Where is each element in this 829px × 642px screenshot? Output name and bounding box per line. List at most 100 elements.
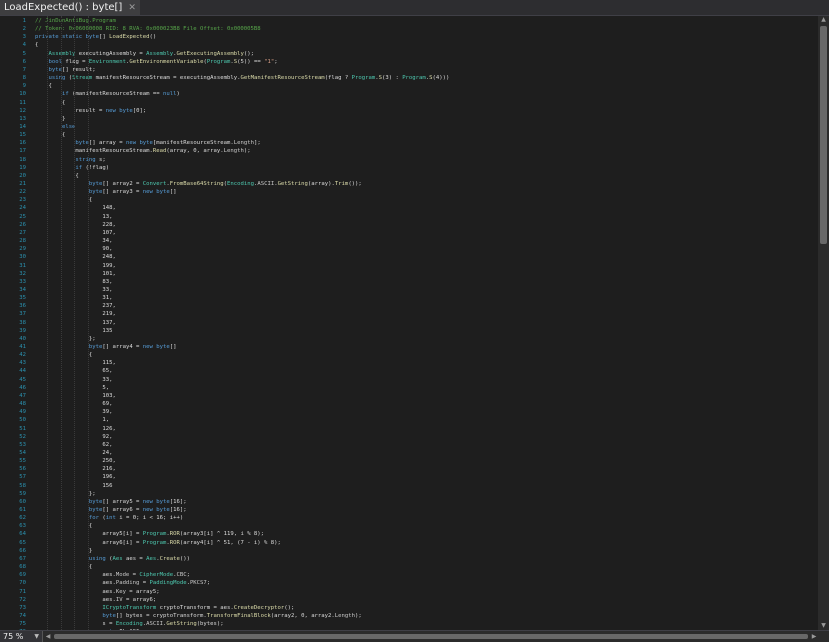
line-number: 66	[19, 547, 26, 554]
document-tab[interactable]: LoadExpected() : byte[] ✕	[0, 0, 140, 15]
line-number: 40	[19, 335, 26, 342]
code-line: aes.IV = array6;	[35, 596, 156, 604]
code-token: (5)) ==	[237, 58, 265, 65]
code-line: byte[] array3 = new byte[]	[35, 188, 177, 196]
code-token: };	[35, 335, 96, 342]
code-token: Key	[115, 588, 126, 595]
code-token: TransformFinalBlock	[206, 612, 271, 619]
code-area[interactable]: // JinDunAntiBug.Program// Token: 0x0600…	[35, 16, 815, 630]
code-token: byte	[156, 507, 170, 513]
code-token: [] array2 =	[102, 181, 143, 187]
code-token: (array2, 0, array2.	[270, 612, 335, 619]
code-token: [] result;	[61, 66, 96, 73]
line-number-gutter: 1 2 3 4 5 6 7 8 9 10 11 12 13 14 15 16 17 18 19 20 21 22 23 24 2…	[0, 16, 28, 630]
code-token: GetExecutingAssembly	[176, 50, 244, 57]
line-number: 18	[19, 156, 26, 163]
line-number: 32	[19, 270, 26, 277]
chevron-down-icon[interactable]: ▼	[34, 633, 42, 640]
arrow-up-icon[interactable]: ▲	[818, 16, 829, 24]
code-line: aes.Mode = CipherMode.CBC;	[35, 571, 190, 579]
code-token: new	[125, 140, 137, 147]
line-number: 73	[19, 604, 26, 611]
code-token: Program	[206, 58, 231, 65]
line-number: 44	[19, 368, 26, 375]
line-number: 72	[19, 596, 26, 603]
code-token: Program	[142, 531, 167, 538]
zoom-dropdown[interactable]: 75 % ▼	[0, 631, 43, 642]
line-number: 14	[19, 123, 26, 130]
code-token: );	[355, 612, 362, 619]
line-number: 8	[22, 75, 26, 82]
code-token: = array6;	[122, 596, 157, 603]
code-token: };	[35, 490, 96, 497]
line-number: 28	[19, 238, 26, 245]
code-token: null	[163, 91, 177, 98]
code-token: (array, 0, array.	[166, 148, 224, 155]
line-number: 74	[19, 612, 26, 619]
code-token: else	[61, 123, 76, 130]
line-number: 15	[19, 132, 26, 139]
line-number: 3	[22, 34, 26, 41]
code-token: []	[169, 189, 177, 196]
line-number: 56	[19, 466, 26, 473]
code-line: bool flag = Environment.GetEnvironmentVa…	[35, 58, 277, 66]
code-token: (bytes);	[196, 621, 224, 628]
arrow-right-icon[interactable]: ▶	[810, 631, 818, 642]
code-token: CBC	[176, 572, 187, 579]
arrow-left-icon[interactable]: ◀	[44, 631, 52, 642]
code-token: (manifestResourceStream ==	[68, 91, 163, 98]
line-number: 16	[19, 140, 26, 147]
code-token: "1"	[264, 58, 275, 65]
code-token: byte	[75, 140, 89, 147]
code-line: byte[] result;	[35, 66, 96, 74]
line-number: 36	[19, 303, 26, 310]
code-token: ASCII	[146, 621, 163, 628]
indent-guide	[74, 16, 76, 630]
code-line: };	[35, 490, 96, 498]
code-token: ;	[206, 580, 211, 587]
code-token: (array3[i] ^ 119, i % 8);	[179, 531, 265, 538]
line-number: 45	[19, 376, 26, 383]
code-token: [0];	[132, 107, 147, 114]
code-token: GetString	[277, 181, 308, 187]
arrow-down-icon[interactable]: ▼	[818, 622, 829, 630]
code-token: byte	[88, 507, 103, 513]
vertical-scroll-thumb[interactable]	[820, 26, 827, 244]
code-token: [] array3 =	[102, 189, 143, 196]
line-number: 39	[19, 327, 26, 334]
code-line: manifestResourceStream.Read(array, 0, ar…	[35, 147, 251, 155]
close-icon[interactable]: ✕	[128, 3, 136, 13]
code-line: result = new byte[0];	[35, 107, 146, 115]
code-line: byte[] array5 = new byte[16];	[35, 498, 187, 506]
indent-guide	[47, 16, 49, 630]
code-editor[interactable]: 1 2 3 4 5 6 7 8 9 10 11 12 13 14 15 16 17 18 19 20 21 22 23 24 2…	[0, 16, 818, 630]
code-token: }	[35, 547, 93, 554]
line-number: 65	[19, 539, 26, 546]
code-token: (3) :	[381, 75, 403, 82]
code-token: using	[48, 75, 66, 82]
code-token: new	[142, 189, 153, 196]
code-token: Encoding	[115, 621, 143, 628]
code-line: };	[35, 335, 96, 343]
line-number: 34	[19, 286, 26, 293]
code-token: (4)))	[432, 75, 450, 82]
code-line: {	[35, 351, 92, 359]
code-line: {	[35, 196, 92, 204]
code-line: {	[35, 563, 92, 571]
horizontal-scrollbar[interactable]: ◀ ▶	[44, 631, 818, 642]
horizontal-scroll-thumb[interactable]	[54, 634, 808, 639]
code-line: Assembly executingAssembly = Assembly.Ge…	[35, 50, 253, 58]
line-number: 30	[19, 254, 26, 261]
line-number: 60	[19, 498, 26, 505]
line-number: 20	[19, 172, 26, 179]
line-number: 67	[19, 555, 26, 562]
line-number: 21	[19, 181, 26, 187]
code-token: );	[243, 148, 251, 155]
code-token: (!flag)	[82, 164, 110, 171]
vertical-scrollbar[interactable]: ▲ ▼	[818, 16, 829, 630]
line-number: 19	[19, 164, 26, 171]
code-token: s;	[95, 156, 106, 163]
line-number: 4	[22, 42, 26, 49]
code-line: byte[] bytes = cryptoTransform.Transform…	[35, 612, 362, 620]
